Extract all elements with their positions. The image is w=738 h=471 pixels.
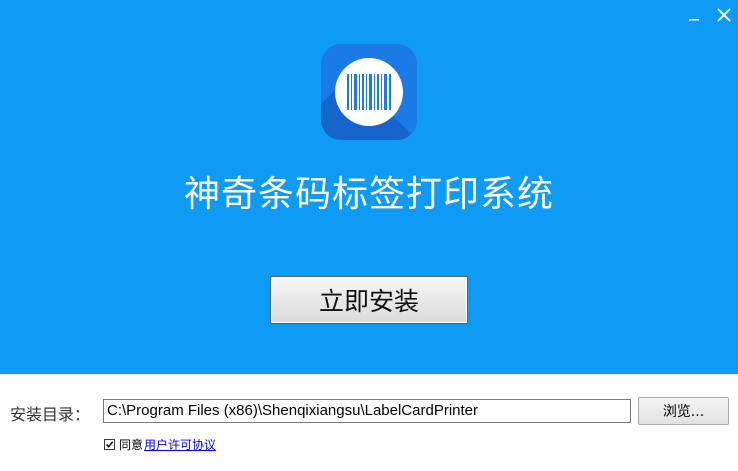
app-logo [321, 44, 417, 140]
hero-banner: 神奇条码标签打印系统 立即安装 [0, 0, 738, 374]
install-now-button[interactable]: 立即安装 [270, 276, 468, 324]
agree-text: 同意 [119, 437, 144, 452]
agree-checkbox[interactable] [104, 438, 115, 450]
minimize-button[interactable] [683, 4, 705, 26]
agreement-row: 同意 用户许可协议 [104, 436, 216, 452]
install-dir-label: 安装目录： [10, 405, 91, 424]
close-button[interactable] [713, 4, 735, 26]
license-agreement-link[interactable]: 用户许可协议 [144, 436, 216, 453]
barcode-icon [347, 74, 391, 110]
checkmark-icon [105, 440, 114, 448]
browse-button[interactable]: 浏览... [638, 397, 729, 425]
install-dir-input[interactable]: C:\Program Files (x86)\Shenqixiangsu\Lab… [103, 399, 631, 423]
product-title: 神奇条码标签打印系统 [183, 174, 554, 215]
minimize-icon [689, 19, 699, 21]
close-icon [717, 8, 731, 22]
